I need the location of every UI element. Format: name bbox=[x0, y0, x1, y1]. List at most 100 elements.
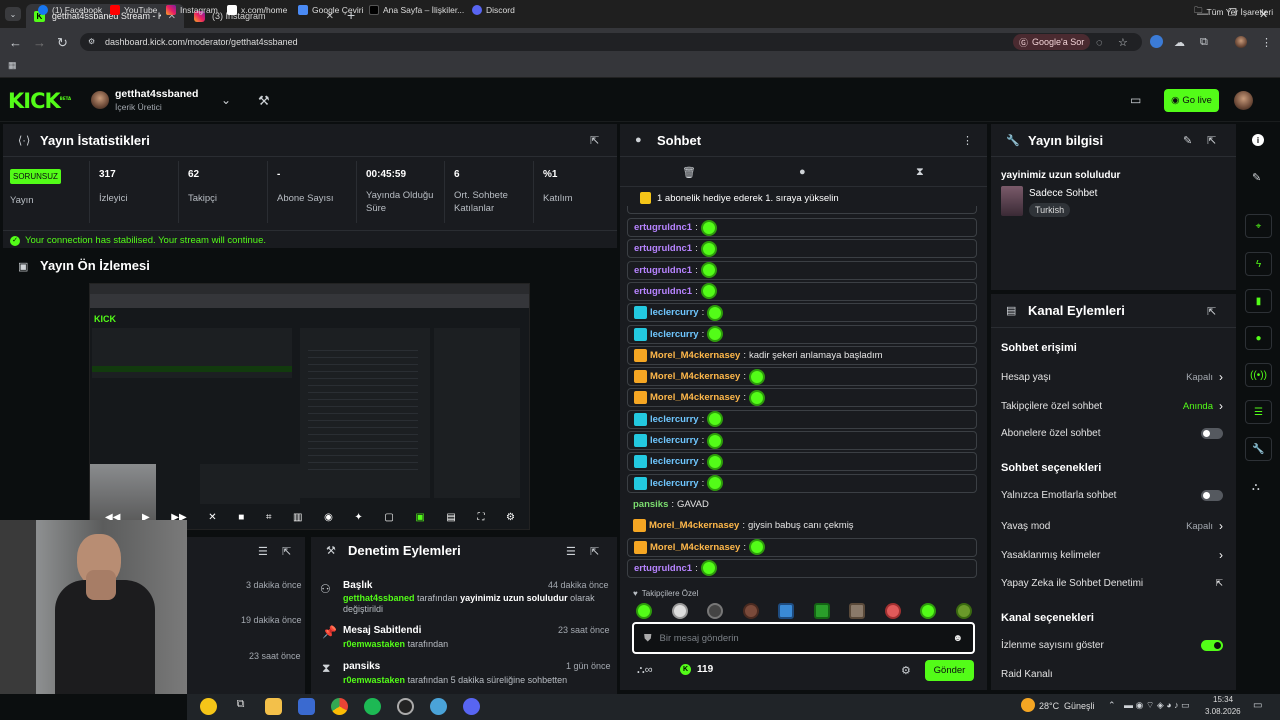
actor-name[interactable]: getthat4ssbaned bbox=[343, 593, 415, 603]
edit-pencil-icon[interactable]: ✎ bbox=[1252, 171, 1261, 184]
chat-username[interactable]: ertugruldnc1 bbox=[634, 563, 692, 574]
chat-username[interactable]: Morel_M4ckernasey bbox=[650, 350, 740, 361]
taskbar-copilot-icon[interactable] bbox=[200, 698, 217, 715]
bookmark-instagram[interactable]: Instagram bbox=[166, 5, 218, 15]
layout-icon[interactable]: ▣ bbox=[415, 512, 424, 523]
chat-username[interactable]: ertugruldnc1 bbox=[634, 265, 692, 276]
info-icon[interactable]: i bbox=[1252, 134, 1264, 146]
channel-avatar[interactable] bbox=[91, 91, 109, 109]
pip-icon[interactable]: ▢ bbox=[384, 512, 393, 523]
emote-icon[interactable] bbox=[742, 603, 759, 619]
tab-search-icon[interactable]: ⌄ bbox=[5, 7, 21, 21]
subscribers-only-toggle[interactable] bbox=[1201, 428, 1223, 439]
channel-points[interactable]: K 119 bbox=[680, 664, 713, 675]
actor-name[interactable]: r0emwastaken bbox=[343, 639, 405, 649]
site-info-icon[interactable]: ⚙ bbox=[88, 37, 95, 46]
chat-view-icon[interactable]: ● bbox=[799, 166, 806, 178]
emote-icon[interactable] bbox=[955, 603, 972, 619]
popout-icon[interactable]: ⇱ bbox=[1207, 134, 1216, 147]
sidebar-wrench-icon[interactable]: 🔧 bbox=[1245, 437, 1272, 461]
all-bookmarks[interactable]: 🗀 Tüm Yer İşaretleri bbox=[1194, 5, 1273, 19]
chat-username[interactable]: leclercurry bbox=[650, 307, 699, 318]
extension-2-icon[interactable]: ☁ bbox=[1174, 36, 1185, 49]
chat-username[interactable]: ertugruldnc1 bbox=[634, 243, 692, 254]
profile-avatar[interactable] bbox=[1235, 36, 1247, 48]
emote-icon[interactable] bbox=[813, 603, 830, 619]
bookmark-facebook[interactable]: (1) Facebook bbox=[38, 5, 102, 15]
row-ai-moderation[interactable]: Yapay Zeka ile Sohbet Denetimi ⇱ bbox=[1001, 578, 1223, 589]
chat-username[interactable]: Morel_M4ckernasey bbox=[649, 520, 739, 531]
bookmark-star-icon[interactable]: ☆ bbox=[1118, 36, 1128, 49]
chat-message[interactable]: ertugruldnc1: bbox=[627, 558, 977, 578]
chat-message[interactable]: leclercurry: bbox=[627, 452, 977, 472]
category-name[interactable]: Sadece Sohbet bbox=[1029, 188, 1097, 199]
pinned-goal[interactable]: 1 abonelik hediye ederek 1. sıraya yükse… bbox=[640, 192, 839, 204]
filter-icon[interactable]: ☰ bbox=[566, 545, 576, 558]
record-icon[interactable]: ◉ bbox=[324, 512, 333, 523]
taskbar-taskview-icon[interactable]: ⧉ bbox=[232, 698, 249, 715]
chat-username[interactable]: Morel_M4ckernasey bbox=[650, 371, 740, 382]
row-account-age[interactable]: Hesap yaşı Kapalı › bbox=[1001, 370, 1223, 384]
emote-icon[interactable] bbox=[636, 603, 652, 619]
chat-username[interactable]: pansiks bbox=[633, 499, 668, 510]
taskbar-app-icon[interactable] bbox=[298, 698, 315, 715]
infinity-icon[interactable]: ⛬∞ bbox=[637, 664, 653, 677]
row-followers-only[interactable]: Takipçilere özel sohbet Anında › bbox=[1001, 399, 1223, 413]
chat-username[interactable]: leclercurry bbox=[650, 414, 699, 425]
trash-icon[interactable]: 🗑 bbox=[682, 166, 696, 179]
google-ask-button[interactable]: Ⓖ Google'a Sor bbox=[1013, 34, 1091, 50]
emoji-picker-icon[interactable]: ☻ bbox=[952, 633, 963, 644]
emote-only-toggle[interactable] bbox=[1201, 490, 1223, 501]
sidebar-target-icon[interactable]: ⌖ bbox=[1245, 214, 1272, 238]
chat-username[interactable]: ertugruldnc1 bbox=[634, 286, 692, 297]
sidebar-layers-icon[interactable]: ☰ bbox=[1245, 400, 1272, 424]
subtitle-icon[interactable]: ▤ bbox=[446, 512, 455, 523]
emote-icon[interactable] bbox=[920, 603, 937, 619]
forward-icon[interactable]: → bbox=[33, 35, 46, 50]
chat-message[interactable]: ertugruldnc1: bbox=[627, 239, 977, 259]
sidebar-document-icon[interactable]: ▮ bbox=[1245, 289, 1272, 313]
camera-icon[interactable]: ■ bbox=[238, 512, 244, 523]
chat-message[interactable]: leclercurry: bbox=[627, 473, 977, 493]
hourglass-icon[interactable]: ⧗ bbox=[916, 166, 924, 179]
browser-menu-icon[interactable]: ⋮ bbox=[1261, 36, 1272, 49]
chat-menu-icon[interactable]: ⋮ bbox=[962, 134, 973, 147]
eye-off-icon[interactable]: ◌ bbox=[1096, 37, 1103, 49]
user-avatar[interactable] bbox=[1234, 91, 1253, 110]
chat-message[interactable]: Morel_M4ckernasey: giysin babuş canı çekm… bbox=[627, 516, 977, 535]
chat-input[interactable]: ⛊ Bir mesaj gönderin ☻ bbox=[632, 622, 975, 654]
tray-icons[interactable]: ▬ ◉ ⌔ ◈ ◕ ♪ ▭ bbox=[1124, 700, 1190, 711]
chat-message[interactable]: leclercurry: bbox=[627, 431, 977, 450]
fullscreen-icon[interactable]: ⛶ bbox=[477, 512, 484, 523]
taskbar-obs-icon[interactable] bbox=[397, 698, 414, 715]
show-viewcount-toggle[interactable] bbox=[1201, 640, 1223, 651]
bookmark-discord[interactable]: Discord bbox=[472, 5, 515, 15]
chat-message[interactable]: pansiks: GAVAD bbox=[627, 495, 977, 514]
row-banned-words[interactable]: Yasaklanmış kelimeler › bbox=[1001, 548, 1223, 562]
popout-icon[interactable]: ⇱ bbox=[1207, 305, 1216, 318]
bookmark-translate[interactable]: Google Çeviri bbox=[298, 5, 364, 15]
chat-username[interactable]: leclercurry bbox=[650, 329, 699, 340]
extensions-puzzle-icon[interactable]: ⧉ bbox=[1200, 36, 1208, 49]
row-slow-mode[interactable]: Yavaş mod Kapalı › bbox=[1001, 519, 1223, 533]
bookmark-homepage[interactable]: Ana Sayfa – İlişkiler... bbox=[369, 5, 464, 15]
stream-tag[interactable]: Turkish bbox=[1029, 203, 1071, 217]
emote-icon[interactable] bbox=[707, 603, 724, 619]
send-button[interactable]: Gönder bbox=[925, 660, 974, 681]
bookmark-youtube[interactable]: YouTube bbox=[110, 5, 157, 15]
sidebar-chat-icon[interactable]: ● bbox=[1245, 326, 1272, 350]
taskbar-spotify-icon[interactable] bbox=[364, 698, 381, 715]
taskbar-discord-icon[interactable] bbox=[463, 698, 480, 715]
sidebar-bolt-icon[interactable]: ϟ bbox=[1245, 252, 1272, 276]
taskbar-settings-icon[interactable] bbox=[430, 698, 447, 715]
channel-switch-chevron-icon[interactable]: ⌄ bbox=[221, 93, 231, 107]
sidebar-broadcast-icon[interactable]: ((•)) bbox=[1245, 363, 1272, 387]
chat-message[interactable]: leclercurry: bbox=[627, 409, 977, 429]
taskbar-explorer-icon[interactable] bbox=[265, 698, 282, 715]
chat-message-list[interactable]: ertugruldnc1: ertugruldnc1: ertugruldnc1: e… bbox=[620, 206, 987, 580]
reload-icon[interactable]: ↻ bbox=[57, 35, 68, 51]
popout-icon[interactable]: ⇱ bbox=[282, 545, 291, 558]
chat-username[interactable]: Morel_M4ckernasey bbox=[650, 542, 740, 553]
apps-grid-icon[interactable]: ▦ bbox=[8, 60, 17, 71]
row-raid-channel[interactable]: Raid Kanalı bbox=[1001, 669, 1223, 680]
